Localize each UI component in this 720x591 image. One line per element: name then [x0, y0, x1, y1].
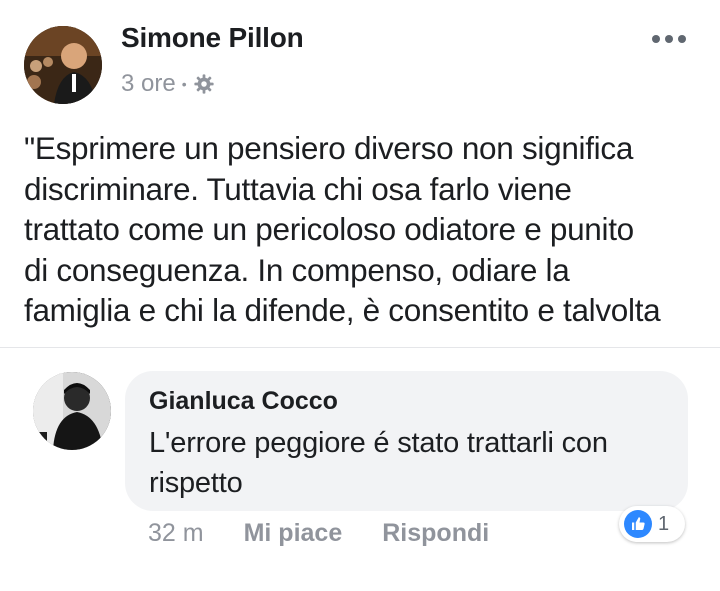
more-dots-icon[interactable] [652, 32, 686, 46]
reaction-count: 1 [658, 512, 670, 535]
comment-bubble: Gianluca Cocco L'errore peggiore é stato… [125, 371, 688, 511]
post-text: "Esprimere un pensiero diverso non signi… [24, 128, 704, 331]
post-meta: 3 ore • [121, 70, 215, 98]
post-text-line: "Esprimere un pensiero diverso non signi… [24, 130, 634, 166]
comment-timestamp[interactable]: 32 m [148, 519, 204, 548]
post-text-line: di conseguenza. In compenso, odiare la [24, 251, 570, 288]
reply-button[interactable]: Rispondi [382, 519, 489, 548]
facebook-post-screenshot: Simone Pillon 3 ore • "Esprimere un pens… [0, 0, 720, 591]
post-author-avatar[interactable] [24, 26, 102, 104]
post-text-line: discriminare. Tuttavia chi osa farlo vie… [24, 170, 572, 207]
post-author-name[interactable]: Simone Pillon [121, 22, 304, 54]
comment-author-avatar[interactable] [33, 372, 111, 450]
gear-icon[interactable] [193, 73, 215, 95]
like-icon [624, 510, 652, 538]
post-text-line: trattato come un pericoloso odiatore e p… [24, 211, 634, 247]
like-button[interactable]: Mi piace [244, 519, 343, 548]
post-text-line: famiglia e chi la difende, è consentito … [24, 292, 661, 328]
divider [0, 347, 720, 348]
post-timestamp[interactable]: 3 ore [121, 70, 176, 98]
comment-author-name[interactable]: Gianluca Cocco [149, 387, 338, 416]
meta-separator: • [181, 76, 187, 92]
more-dot [678, 35, 686, 43]
comment-text: L'errore peggiore é stato trattarli con … [149, 427, 608, 499]
more-dot [665, 35, 673, 43]
comment-actions: 32 m Mi piace Rispondi [148, 519, 529, 548]
reaction-summary[interactable]: 1 [619, 506, 685, 542]
more-dot [652, 35, 660, 43]
